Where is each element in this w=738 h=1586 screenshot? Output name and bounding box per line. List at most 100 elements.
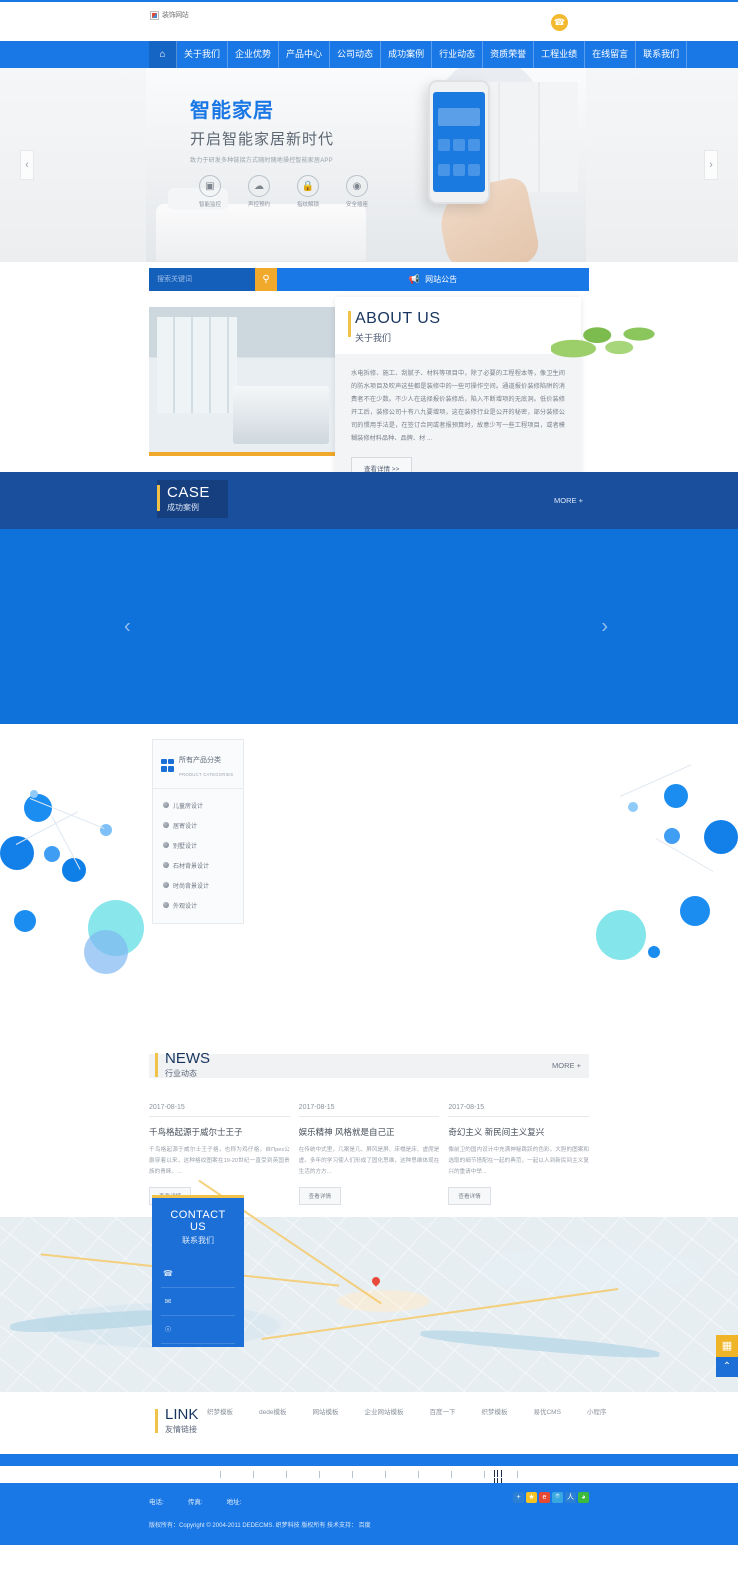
link-item-dedecms-template[interactable]: 织梦模板	[207, 1406, 233, 1416]
bubble-decor	[100, 824, 112, 836]
site-notice[interactable]: 📢 网站公告	[277, 268, 589, 291]
broken-image-icon	[150, 10, 159, 20]
category-item-fashion-backdrop[interactable]: 时尚背景设计	[153, 875, 243, 895]
contact-title-en: CONTACT US	[170, 1208, 226, 1233]
category-item-stone-backdrop[interactable]: 石材背景设计	[153, 855, 243, 875]
footer-nav-bar	[0, 1453, 738, 1466]
footer-address-label: 地址:	[226, 1498, 242, 1506]
qzone-icon[interactable]: 人	[565, 1491, 576, 1503]
banner-prev-button[interactable]: ‹	[20, 150, 34, 180]
qr-code-icon[interactable]	[494, 1469, 503, 1493]
banner-feature-label: 声控预约	[247, 202, 270, 208]
nav-item-cases[interactable]: 成功案例	[381, 41, 433, 68]
nav-item-industry-news[interactable]: 行业动态	[432, 41, 484, 68]
share-plus-icon[interactable]: +	[513, 1491, 524, 1503]
link-item-eyoucms[interactable]: 易优CMS	[533, 1406, 560, 1416]
favorite-star-icon[interactable]: ★	[526, 1491, 537, 1503]
link-item-dedecms-template-2[interactable]: 织梦模板	[481, 1406, 507, 1416]
nav-item-advantage[interactable]: 企业优势	[228, 41, 280, 68]
tencent-weibo-icon[interactable]: ⌾	[552, 1491, 563, 1503]
nav-item-products[interactable]: 产品中心	[279, 41, 331, 68]
about-text: 水电拆修、施工、刮腻子、材料等项目中，除了必要的工程程本等，像卫生间的防水项目及…	[351, 370, 565, 443]
news-more-link[interactable]: MORE +	[552, 1061, 581, 1070]
products-section: 所有产品分类 PRODUCT CATEGORIES 儿童房设计 居寄设计 别墅设…	[0, 724, 738, 1054]
arrow-up-icon[interactable]: ⌃	[716, 1356, 738, 1377]
bubble-decor	[664, 784, 688, 808]
news-title[interactable]: 娱乐精神 风格就是自己正	[299, 1126, 440, 1138]
banner-feature-socket: ◉ 安全插座	[337, 175, 377, 208]
news-detail-button[interactable]: 查看详情	[448, 1186, 491, 1205]
phone-icon[interactable]: ☎	[551, 14, 568, 31]
bullet-icon	[163, 882, 169, 888]
banner-sofa-decor	[156, 188, 366, 262]
link-item-company-template[interactable]: 企业网站模板	[364, 1406, 403, 1416]
category-item-kids-room[interactable]: 儿童房设计	[153, 795, 243, 815]
news-detail-button[interactable]: 查看详情	[298, 1186, 342, 1205]
nav-item-message[interactable]: 在线留言	[585, 41, 637, 68]
banner-photo: 智能家居 开启智能家居新时代 致力于研发多种链接方式随时随地操控智能家居APP …	[146, 68, 586, 262]
social-share-list: + ★ e ⌾ 人 ◕	[513, 1491, 589, 1503]
news-title[interactable]: 千鸟格起源于威尔士王子	[149, 1126, 290, 1138]
sina-weibo-icon[interactable]: e	[539, 1491, 550, 1503]
bullet-icon	[163, 842, 169, 848]
case-next-button[interactable]: ›	[601, 615, 608, 638]
news-date: 2017-08-15	[448, 1104, 590, 1117]
link-item-miniprogram[interactable]: 小程序	[587, 1406, 607, 1416]
banner-feature-label: 指纹解锁	[296, 202, 319, 208]
news-title-box: NEWS 行业动态	[155, 1050, 210, 1079]
news-summary: 像前卫的国内设计中充满神秘跳跃的色彩，大胆的图案和选取的细节搭配在一起的典范，一…	[448, 1147, 590, 1175]
link-item-dede-template[interactable]: dede模板	[259, 1406, 286, 1416]
case-prev-button[interactable]: ‹	[124, 615, 131, 638]
bullet-icon	[163, 902, 169, 908]
bubble-decor	[0, 836, 34, 870]
banner-feature-label: 智能监控	[198, 202, 221, 208]
link-item-baidu[interactable]: 百度一下	[429, 1406, 455, 1416]
banner-description: 致力于研发多种链接方式随时随地操控智能家居APP	[190, 158, 333, 164]
bubble-decor	[14, 910, 36, 932]
news-date: 2017-08-15	[149, 1104, 290, 1117]
search-icon[interactable]: ⚲	[255, 268, 277, 291]
news-title[interactable]: 奇幻主义 新民间主义复兴	[448, 1126, 589, 1138]
category-item-exterior[interactable]: 外观设计	[153, 895, 243, 915]
news-section-header: NEWS 行业动态 MORE +	[149, 1050, 589, 1078]
qr-code-icon[interactable]: ▦	[716, 1334, 738, 1357]
banner-text-block: 智能家居 开启智能家居新时代 致力于研发多种链接方式随时随地操控智能家居APP …	[190, 94, 377, 208]
category-label: 外观设计	[173, 903, 198, 910]
news-section: NEWS 行业动态 MORE + 2017-08-15 千鸟格起源于威尔士王子 …	[0, 1050, 738, 1217]
category-item-living[interactable]: 居寄设计	[153, 815, 243, 835]
about-image-underline	[149, 452, 335, 456]
footer-phone-label: 电话:	[149, 1498, 164, 1506]
nav-item-company-news[interactable]: 公司动态	[330, 41, 382, 68]
nav-item-projects[interactable]: 工程业绩	[534, 41, 586, 68]
category-item-villa[interactable]: 别墅设计	[153, 835, 243, 855]
nav-item-home[interactable]: ⌂	[149, 41, 177, 68]
contact-fax-row: ✉	[161, 1288, 235, 1316]
bubble-decor	[44, 846, 60, 862]
main-nav: ⌂ 关于我们 企业优势 产品中心 公司动态 成功案例 行业动态 资质荣誉 工程业…	[0, 41, 738, 68]
banner-subtitle: 开启智能家居新时代	[190, 131, 335, 148]
search-input[interactable]	[149, 268, 255, 291]
phone-icon: ☎	[163, 1268, 173, 1278]
category-label: 别墅设计	[173, 843, 198, 850]
map-canvas[interactable]	[0, 1179, 738, 1392]
nav-item-honors[interactable]: 资质荣誉	[483, 41, 535, 68]
banner-feature-list: ▣ 智能监控 ☁ 声控预约 🔒 指纹解锁 ◉ 安全插座	[190, 175, 377, 208]
banner-next-button[interactable]: ›	[704, 150, 718, 180]
product-categories-header: 所有产品分类 PRODUCT CATEGORIES	[153, 740, 243, 789]
banner-title: 智能家居	[190, 100, 274, 122]
case-title-en: CASE	[167, 484, 210, 501]
link-item-website-template[interactable]: 网站模板	[312, 1406, 338, 1416]
contact-map-section: CONTACT US 联系我们 ☎ ✉ ☉ ▦ ⌃	[0, 1179, 738, 1392]
contact-title-cn: 联系我们	[182, 1235, 214, 1245]
site-logo[interactable]: 装饰网站	[150, 10, 189, 20]
map-location-pin-icon	[370, 1275, 382, 1287]
bubble-decor	[680, 896, 710, 926]
nav-item-about[interactable]: 关于我们	[177, 41, 229, 68]
category-label: 儿童房设计	[173, 803, 204, 810]
nav-item-contact[interactable]: 联系我们	[636, 41, 688, 68]
product-categories-list: 儿童房设计 居寄设计 别墅设计 石材背景设计 时尚背景设计 外观设计	[153, 789, 243, 923]
about-image	[149, 307, 335, 452]
wechat-icon[interactable]: ◕	[578, 1491, 589, 1503]
case-more-link[interactable]: MORE +	[554, 496, 583, 505]
category-label: 居寄设计	[173, 823, 198, 830]
